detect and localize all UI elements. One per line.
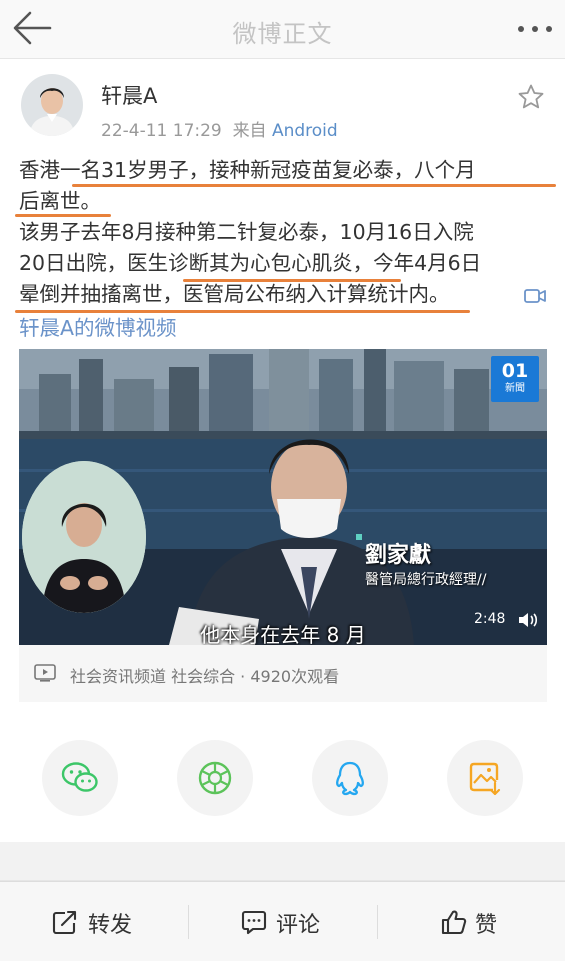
post-meta: 22-4-11 17:29 来自 Android — [101, 116, 338, 141]
star-icon — [518, 84, 544, 109]
share-save-image-button[interactable] — [447, 740, 523, 816]
highlight-underline — [183, 279, 401, 282]
wechat-icon — [61, 762, 98, 792]
video-info-bar[interactable]: 社会资讯频道 社会综合 · 4920次观看 — [19, 645, 547, 702]
sign-language-interpreter-inset — [22, 461, 146, 613]
video-player[interactable]: 01 新聞 劉家獻 醫管局總行政經理// 他本身在去年 8 月 2:48 — [19, 349, 547, 645]
bottom-action-bar: 转发 评论 赞 — [0, 881, 565, 961]
share-wechat-button[interactable] — [42, 740, 118, 816]
comment-icon — [241, 910, 267, 935]
highlight-underline — [72, 184, 556, 187]
caption-marker — [356, 534, 362, 540]
speaker-title-caption: 醫管局總行政經理// — [365, 572, 487, 588]
author-avatar[interactable] — [21, 74, 83, 136]
channel-logo-sub: 新聞 — [505, 383, 525, 394]
post-source: Android — [271, 121, 338, 141]
video-duration: 2:48 — [474, 611, 506, 627]
top-navigation-bar: 微博正文 — [0, 0, 565, 59]
thumbs-up-icon — [441, 910, 467, 935]
repost-icon — [52, 910, 77, 935]
video-link[interactable]: 轩晨A的微博视频 — [19, 313, 177, 344]
post-text-line: 该男子去年8月接种第二针复必泰，10月16日入院 — [19, 220, 474, 244]
post-text-line: 后离世。 — [19, 189, 101, 213]
channel-logo: 01 新聞 — [491, 356, 539, 402]
avatar-portrait-icon — [21, 74, 83, 136]
qq-icon — [336, 761, 364, 796]
comment-label: 评论 — [276, 913, 321, 938]
volume-icon[interactable] — [517, 611, 539, 629]
comment-button[interactable]: 评论 — [188, 882, 377, 961]
repost-button[interactable]: 转发 — [0, 882, 188, 961]
interpreter-figure-icon — [22, 461, 146, 613]
share-qq-button[interactable] — [312, 740, 388, 816]
speaker-name-caption: 劉家獻 — [365, 543, 432, 568]
channel-logo-main: 01 — [501, 360, 529, 382]
source-prefix: 来自 — [232, 121, 267, 141]
post-text-line: 20日出院，医生诊断其为心包心肌炎，今年4月6日 — [19, 251, 482, 275]
favorite-button[interactable] — [517, 83, 545, 111]
like-button[interactable]: 赞 — [377, 882, 565, 961]
highlight-underline — [15, 214, 111, 217]
author-name[interactable]: 轩晨A — [101, 80, 157, 110]
post-text: 香港一名31岁男子，接种新冠疫苗复必泰，八个月 后离世。 该男子去年8月接种第二… — [19, 155, 551, 310]
video-subtitle: 他本身在去年 8 月 — [200, 623, 366, 645]
moments-icon — [198, 761, 232, 795]
post-time: 22-4-11 17:29 — [101, 121, 222, 141]
section-separator — [0, 842, 565, 880]
repost-label: 转发 — [88, 913, 133, 938]
page-title: 微博正文 — [232, 20, 333, 48]
like-label: 赞 — [475, 913, 498, 938]
more-options-button[interactable] — [513, 14, 557, 44]
more-dots-icon — [518, 26, 552, 32]
share-moments-button[interactable] — [177, 740, 253, 816]
video-play-icon — [34, 664, 56, 682]
post-text-line: 晕倒并抽搐离世，医管局公布纳入计算统计内。 — [19, 282, 450, 306]
save-image-icon — [469, 762, 501, 796]
video-info-text: 社会资讯频道 社会综合 · 4920次观看 — [70, 667, 340, 686]
video-camera-icon[interactable] — [524, 287, 546, 305]
post-text-line: 香港一名31岁男子，接种新冠疫苗复必泰，八个月 — [19, 158, 476, 182]
